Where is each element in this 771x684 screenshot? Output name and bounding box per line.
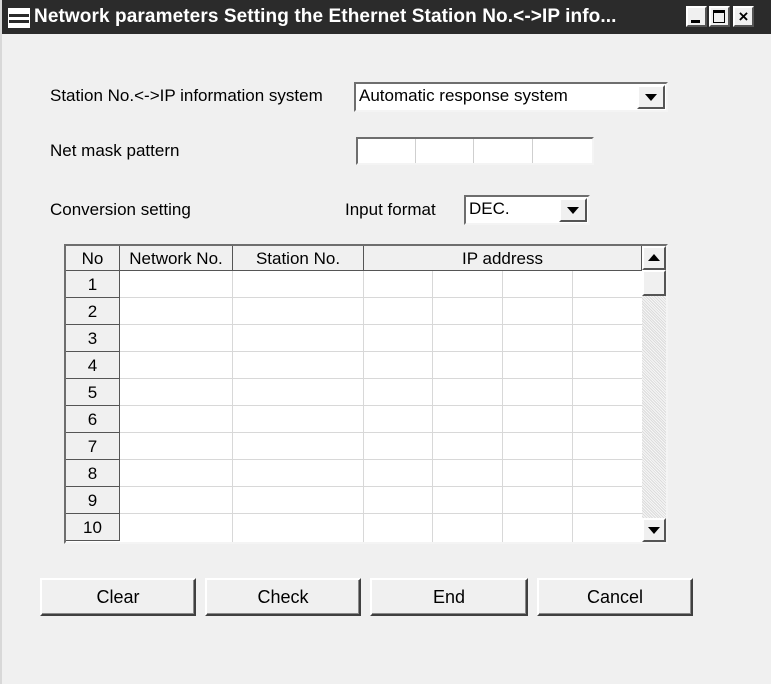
netmask-octet-divider [415, 139, 416, 163]
system-select[interactable]: Automatic response system [354, 82, 668, 112]
dialog-window: Network parameters Setting the Ethernet … [0, 0, 771, 684]
table-row-header[interactable]: 2 [66, 298, 120, 325]
conversion-label: Conversion setting [50, 200, 191, 219]
column-header-network-no: Network No. [120, 246, 233, 271]
grid-line [572, 271, 573, 542]
grid-line [502, 271, 503, 542]
chevron-down-icon [567, 207, 579, 214]
column-header-station-no: Station No. [233, 246, 364, 271]
close-button[interactable]: × [733, 6, 754, 27]
scroll-up-button[interactable] [642, 246, 666, 270]
scroll-up-icon [648, 254, 660, 261]
table-row-header[interactable]: 6 [66, 406, 120, 433]
netmask-label: Net mask pattern [50, 141, 180, 160]
table-row-header[interactable]: 8 [66, 460, 120, 487]
maximize-icon[interactable] [709, 6, 730, 27]
grid-line [232, 271, 233, 542]
grid-line [120, 324, 642, 325]
table-row-header[interactable]: 7 [66, 433, 120, 460]
cancel-button[interactable]: Cancel [537, 578, 693, 616]
table-row-header[interactable]: 1 [66, 271, 120, 298]
clear-button[interactable]: Clear [40, 578, 196, 616]
chevron-down-icon [645, 94, 657, 101]
netmask-octet-divider [473, 139, 474, 163]
window-title: Network parameters Setting the Ethernet … [34, 6, 617, 27]
input-format-select[interactable]: DEC. [464, 195, 590, 225]
table-row-header[interactable]: 4 [66, 352, 120, 379]
grid-line [363, 271, 364, 542]
input-format-label: Input format [345, 200, 436, 219]
end-button[interactable]: End [370, 578, 528, 616]
check-button[interactable]: Check [205, 578, 361, 616]
grid-line [120, 486, 642, 487]
table-row-header[interactable]: 9 [66, 487, 120, 514]
grid-line [120, 378, 642, 379]
grid-line [120, 351, 642, 352]
input-format-dropdown-button[interactable] [559, 198, 587, 222]
scroll-down-icon [648, 527, 660, 534]
table-row-header[interactable]: 10 [66, 514, 120, 541]
column-header-ip-address: IP address [364, 246, 642, 271]
system-dropdown-button[interactable] [637, 85, 665, 109]
column-header-no: No [66, 246, 120, 271]
scroll-down-button[interactable] [642, 518, 666, 542]
system-select-value: Automatic response system [359, 86, 568, 105]
netmask-field[interactable] [356, 137, 594, 165]
title-bar[interactable]: Network parameters Setting the Ethernet … [2, 0, 771, 34]
grid-line [432, 271, 433, 542]
table-row-header[interactable]: 5 [66, 379, 120, 406]
table-row-header[interactable]: 3 [66, 325, 120, 352]
table-scrollbar[interactable] [642, 246, 666, 542]
close-icon: × [738, 7, 749, 26]
grid-line [120, 513, 642, 514]
system-menu-icon[interactable] [8, 8, 30, 28]
grid-line [120, 405, 642, 406]
minimize-icon[interactable] [686, 6, 707, 27]
scrollbar-thumb[interactable] [642, 270, 666, 296]
netmask-octet-divider [532, 139, 533, 163]
grid-line [120, 297, 642, 298]
grid-line [120, 432, 642, 433]
grid-line [120, 459, 642, 460]
input-format-value: DEC. [469, 199, 510, 218]
conversion-table[interactable]: No Network No. Station No. IP address 1 … [64, 244, 668, 544]
system-label: Station No.<->IP information system [50, 86, 323, 105]
